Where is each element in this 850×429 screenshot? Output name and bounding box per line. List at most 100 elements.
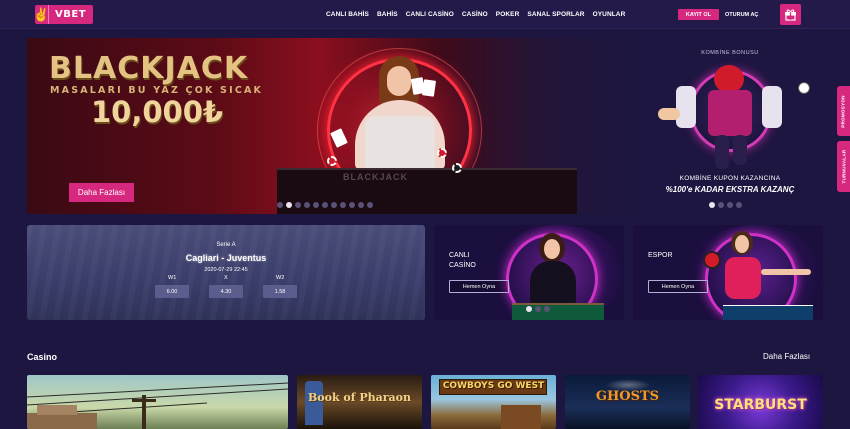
player-face (735, 235, 749, 253)
casino-game-tile-starburst[interactable]: STARBURST (698, 375, 823, 429)
gift-glyph (785, 9, 796, 21)
tile-title: Book of Pharaon (308, 391, 411, 404)
chip-icon (452, 163, 462, 173)
match-date: 2020-07-29 22:45 (204, 267, 248, 273)
victory-hand-icon: ✌ (33, 5, 50, 24)
esport-card[interactable]: ESPOR Hemen Oyna (633, 225, 823, 320)
combo-bonus-promo[interactable]: KOMBİNE BONUSU KOMBİNE KUPON KAZANCINA %… (640, 38, 820, 214)
casino-game-tile-cowboys-go-west[interactable]: COWBOYS GO WEST (431, 375, 556, 429)
card-title-line2: CASİNO (449, 262, 476, 269)
carousel-dot[interactable] (277, 202, 283, 208)
chip-icon (327, 156, 337, 166)
play-now-button[interactable]: Hemen Oyna (449, 280, 509, 293)
player-leg (733, 135, 747, 165)
casino-game-tile-ghosts[interactable]: GHOSTS (565, 375, 690, 429)
hero-more-button[interactable]: Daha Fazlası (69, 183, 134, 202)
dealer-dress (530, 261, 576, 305)
top-header: ✌ VBET CANLI BAHİS BAHİS CANLI CASİNO CA… (0, 0, 850, 29)
nav-casino[interactable]: CASİNO (462, 11, 488, 18)
play-now-button[interactable]: Hemen Oyna (648, 280, 708, 293)
casino-game-tile[interactable] (27, 375, 288, 429)
odd-button-w2[interactable]: 1.58 (263, 285, 297, 298)
soccer-ball-icon (798, 82, 810, 94)
carousel-dot[interactable] (367, 202, 373, 208)
dealer-face (544, 239, 560, 259)
soccer-player (762, 86, 782, 128)
card-title: ESPOR (648, 251, 673, 261)
login-button[interactable]: OTURUM AÇ (705, 9, 758, 20)
odd-button-w1[interactable]: 6.00 (155, 285, 189, 298)
featured-match-card[interactable]: Serie A Cagliari - Juventus 2020-07-29 2… (27, 225, 425, 320)
promo-line1: KOMBİNE KUPON KAZANCINA (679, 175, 781, 182)
carousel-dot[interactable] (727, 202, 733, 208)
casino-more-link[interactable]: Daha Fazlası (763, 352, 810, 361)
side-tab-tournaments[interactable]: TURNUVALAR (837, 141, 850, 192)
promo-line2: %100'e KADAR EKSTRA KAZANÇ (665, 185, 795, 194)
carousel-dot[interactable] (526, 306, 532, 312)
playing-card-icon (421, 79, 437, 97)
nav-live-betting[interactable]: CANLI BAHİS (326, 11, 369, 18)
carousel-dot[interactable] (535, 306, 541, 312)
side-tab-promotions[interactable]: PROMOSYON (837, 86, 850, 136)
match-league: Serie A (216, 242, 236, 248)
hero-banner[interactable]: BLACKJACK BLACKJACK MASALARI BU YAZ ÇOK … (27, 38, 635, 214)
basketball-player (676, 86, 696, 128)
odd-button-x[interactable]: 4.30 (209, 285, 243, 298)
casino-game-tile-book-of-pharaon[interactable]: Book of Pharaon (297, 375, 422, 429)
carousel-dot[interactable] (736, 202, 742, 208)
odd-label-w2: W2 (276, 275, 285, 281)
ping-pong-table (723, 305, 813, 320)
side-tab-label: TURNUVALAR (841, 149, 847, 184)
nav-games[interactable]: OYUNLAR (593, 11, 626, 18)
tile-title: GHOSTS (595, 389, 660, 404)
nav-virtual-sports[interactable]: SANAL SPORLAR (527, 11, 584, 18)
promo-top-label: KOMBİNE BONUSU (701, 50, 759, 56)
table-label: BLACKJACK (343, 172, 408, 182)
hero-title: BLACKJACK (49, 51, 249, 86)
ping-pong-paddle-icon (703, 251, 721, 269)
carousel-dot[interactable] (544, 306, 550, 312)
vbet-logo[interactable]: ✌ VBET (33, 5, 93, 24)
player-leg (715, 135, 729, 169)
side-tab-label: PROMOSYON (841, 94, 847, 128)
hero-carousel-dots (277, 202, 373, 208)
dealer-dress (365, 116, 435, 170)
carousel-dot[interactable] (718, 202, 724, 208)
match-teams: Cagliari - Juventus (185, 253, 267, 263)
carousel-dot[interactable] (709, 202, 715, 208)
carousel-dot[interactable] (304, 202, 310, 208)
carousel-dot[interactable] (349, 202, 355, 208)
logo-text: VBET (55, 9, 87, 20)
player-arm (761, 269, 811, 275)
carousel-dot[interactable] (322, 202, 328, 208)
carousel-dot[interactable] (295, 202, 301, 208)
carousel-dot[interactable] (286, 202, 292, 208)
carousel-dot[interactable] (358, 202, 364, 208)
nav-live-casino[interactable]: CANLI CASİNO (406, 11, 454, 18)
card-title-line1: CANLI (449, 252, 470, 259)
odd-label-w1: W1 (168, 275, 177, 281)
dealer-face (387, 66, 411, 96)
live-casino-dots (526, 306, 550, 312)
basketball-player-arm (658, 108, 680, 120)
carousel-dot[interactable] (313, 202, 319, 208)
american-football-player (708, 90, 752, 136)
carousel-dot[interactable] (340, 202, 346, 208)
player-shirt (725, 257, 761, 299)
carousel-dot[interactable] (331, 202, 337, 208)
tile-artwork (27, 382, 288, 429)
card-title: CANLI CASİNO (449, 251, 476, 271)
promo-carousel-dots (709, 202, 742, 208)
odd-label-x: X (224, 275, 228, 281)
football-helmet-icon (714, 65, 744, 93)
hero-amount: 10,000₺ (91, 95, 224, 129)
nav-betting[interactable]: BAHİS (377, 11, 398, 18)
main-nav: CANLI BAHİS BAHİS CANLI CASİNO CASİNO PO… (326, 0, 625, 29)
nav-poker[interactable]: POKER (496, 11, 520, 18)
gift-icon[interactable] (780, 4, 801, 25)
casino-section-title: Casino (27, 352, 58, 362)
card-title-line1: ESPOR (648, 252, 673, 259)
chip-icon (437, 148, 447, 158)
tile-title: STARBURST (714, 397, 807, 413)
saloon-building (501, 405, 541, 429)
